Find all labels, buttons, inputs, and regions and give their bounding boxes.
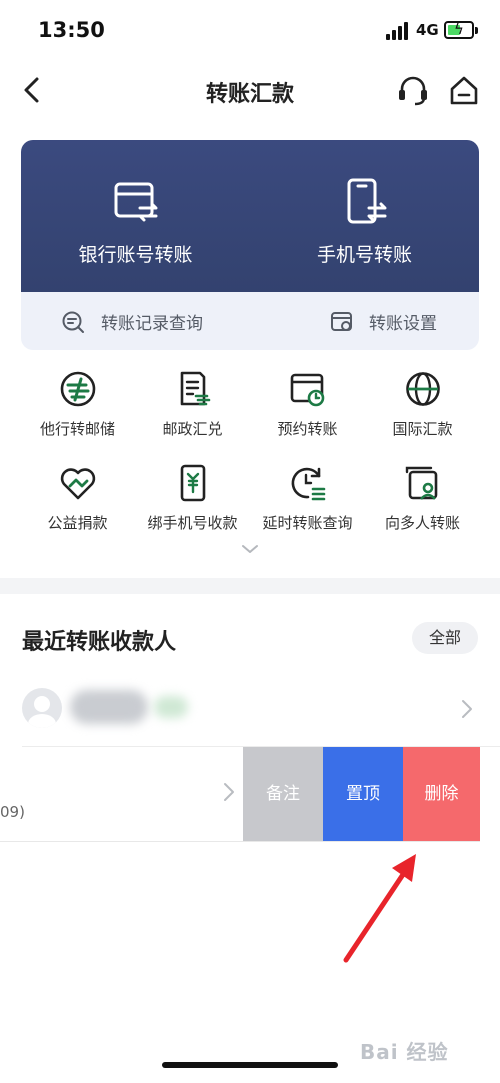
search-record-icon: [62, 311, 84, 333]
pin-to-top-button[interactable]: 置顶: [323, 747, 403, 841]
home-indicator: [162, 1062, 338, 1068]
grid-label: 国际汇款: [392, 420, 453, 438]
headset-icon: [399, 76, 427, 106]
recent-payees-title: 最近转账收款人: [22, 630, 177, 655]
scheduled-transfer-icon: [290, 373, 325, 407]
grid-item-multi-transfer[interactable]: 向多人转账: [365, 464, 480, 548]
grid-item-international-remittance[interactable]: 国际汇款: [365, 370, 480, 454]
home-button[interactable]: [448, 74, 480, 106]
transfer-record-query-link[interactable]: 转账记录查询: [21, 292, 250, 350]
status-time: 13:50: [38, 18, 105, 42]
battery-icon: ϟ: [444, 20, 478, 39]
grid-label: 向多人转账: [384, 514, 460, 532]
card-transfer-icon: [114, 182, 157, 222]
grid-label: 延时转账查询: [262, 514, 353, 532]
delay-query-icon: [291, 467, 326, 501]
status-bar: 13:50 4G ϟ: [0, 0, 500, 62]
nav-bar: 转账汇款: [0, 62, 500, 120]
bank-account-transfer-button[interactable]: 银行账号转账: [21, 140, 250, 292]
customer-service-button[interactable]: [396, 74, 430, 106]
transfer-record-query-label: 转账记录查询: [101, 314, 203, 334]
network-label: 4G: [416, 21, 439, 39]
phone-transfer-label: 手机号转账: [316, 244, 412, 266]
grid-label: 预约转账: [277, 420, 338, 438]
chevron-right-icon: [462, 700, 472, 718]
grid-item-bind-phone[interactable]: 绑手机号收款: [135, 464, 250, 548]
bank-account-transfer-label: 银行账号转账: [78, 244, 193, 266]
hero-primary-area: 银行账号转账 手机号转账: [21, 140, 479, 292]
multi-transfer-icon: [405, 466, 438, 500]
payee-row[interactable]: [0, 676, 500, 742]
payee-tag-blurred: [154, 696, 188, 718]
grid-label: 绑手机号收款: [147, 514, 238, 532]
payee-partial-text: 09): [0, 803, 25, 821]
bind-phone-icon: [180, 464, 206, 502]
grid-item-scheduled-transfer[interactable]: 预约转账: [250, 370, 365, 454]
delete-button[interactable]: 删除: [403, 747, 480, 841]
grid-item-interbank-transfer[interactable]: 他行转邮储: [20, 370, 135, 454]
avatar: [22, 688, 62, 728]
payee-name-blurred: [70, 690, 148, 724]
transfer-settings-link[interactable]: 转账设置: [250, 292, 479, 350]
signal-icon: [386, 22, 412, 40]
watermark-logo: Bai 经验: [360, 1040, 449, 1064]
grid-label: 邮政汇兑: [162, 420, 223, 438]
phone-transfer-icon: [347, 178, 386, 224]
interbank-transfer-icon: [60, 371, 96, 407]
grid-item-charity-donation[interactable]: 公益捐款: [20, 464, 135, 548]
remark-button[interactable]: 备注: [243, 747, 323, 841]
grid-item-postal-remittance[interactable]: 邮政汇兑: [135, 370, 250, 454]
view-all-button[interactable]: 全部: [412, 622, 478, 654]
charity-heart-icon: [60, 468, 96, 500]
chevron-down-icon[interactable]: [240, 542, 260, 556]
row-divider: [0, 841, 480, 842]
phone-transfer-button[interactable]: 手机号转账: [250, 140, 479, 292]
postal-remittance-icon: [180, 371, 211, 406]
grid-item-delay-query[interactable]: 延时转账查询: [250, 464, 365, 548]
chevron-right-icon: [224, 783, 234, 801]
settings-card-icon: [331, 312, 352, 331]
home-icon: [450, 76, 478, 105]
globe-icon: [406, 372, 440, 406]
recent-payees-header: 最近转账收款人 全部: [0, 594, 500, 678]
payee-row-swiped[interactable]: 09) 备注 置顶 删除: [0, 747, 500, 841]
transfer-settings-label: 转账设置: [369, 314, 437, 334]
section-divider: [0, 578, 500, 594]
transfer-hero-card: 银行账号转账 手机号转账 转账记录查询 转账设置: [21, 140, 479, 350]
hero-links: 转账记录查询 转账设置: [21, 292, 479, 350]
grid-label: 他行转邮储: [39, 420, 115, 438]
annotation-arrow-icon: [343, 854, 416, 963]
grid-label: 公益捐款: [47, 514, 108, 532]
